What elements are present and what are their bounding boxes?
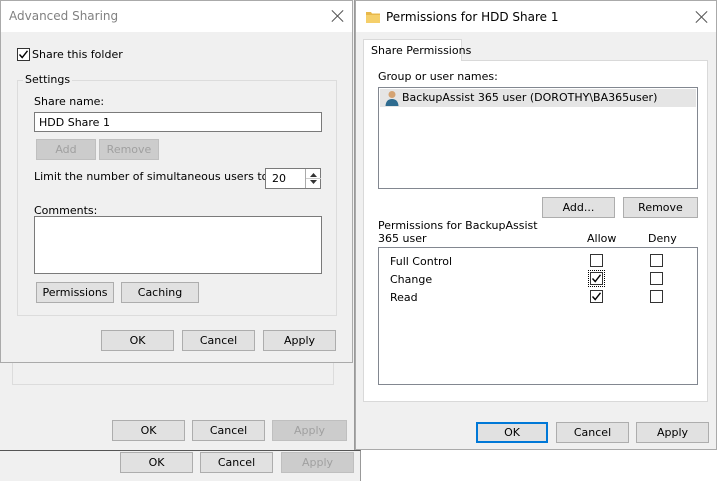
adv-ok-button[interactable]: OK xyxy=(101,330,174,351)
folder-icon xyxy=(366,12,380,23)
allow-full-control-checkbox[interactable] xyxy=(590,254,603,267)
deny-full-control-checkbox[interactable] xyxy=(650,254,663,267)
background-ok-button[interactable]: OK xyxy=(112,420,185,441)
permissions-button[interactable]: Permissions xyxy=(36,282,114,303)
group-user-names-label: Group or user names: xyxy=(378,70,498,83)
perm-cancel-button[interactable]: Cancel xyxy=(556,422,629,443)
close-icon[interactable] xyxy=(695,10,709,24)
spinner-buttons xyxy=(305,169,321,188)
perm-name-read: Read xyxy=(390,291,418,304)
back-cancel-button[interactable]: Cancel xyxy=(200,452,273,473)
caching-button[interactable]: Caching xyxy=(121,282,199,303)
tab-share-permissions[interactable]: Share Permissions xyxy=(363,39,471,61)
user-name: BackupAssist 365 user (DOROTHY\BA365user… xyxy=(402,91,658,104)
advanced-sharing-dialog: Advanced Sharing Share this folder Setti… xyxy=(0,0,353,363)
allow-read-checkbox[interactable] xyxy=(590,290,603,303)
perm-add-button[interactable]: Add... xyxy=(542,197,615,218)
deny-column-header: Deny xyxy=(648,232,677,245)
spinner-arrows-icon[interactable] xyxy=(306,169,321,188)
tab-panel: Group or user names: BackupAssist 365 us… xyxy=(363,60,708,402)
perm-name-full-control: Full Control xyxy=(390,255,453,268)
share-name-input[interactable] xyxy=(34,112,322,132)
share-folder-checkbox[interactable] xyxy=(17,48,30,61)
advanced-sharing-titlebar: Advanced Sharing xyxy=(1,1,352,32)
share-name-label: Share name: xyxy=(34,95,105,108)
checkmark-icon xyxy=(591,292,602,301)
tab-label: Share Permissions xyxy=(371,44,472,57)
comments-textarea[interactable] xyxy=(34,216,322,274)
background-cancel-button[interactable]: Cancel xyxy=(192,420,265,441)
limit-users-label: Limit the number of simultaneous users t… xyxy=(34,170,273,183)
perm-name-change: Change xyxy=(390,273,433,286)
permissions-list: Full Control Change Read xyxy=(378,247,698,385)
checkmark-icon xyxy=(18,50,29,59)
deny-change-checkbox[interactable] xyxy=(650,272,663,285)
back-ok-button[interactable]: OK xyxy=(120,452,193,473)
user-icon xyxy=(385,91,399,106)
allow-change-checkbox[interactable] xyxy=(588,270,605,287)
list-item[interactable]: BackupAssist 365 user (DOROTHY\BA365user… xyxy=(380,89,696,107)
permissions-dialog: Permissions for HDD Share 1 Share Permis… xyxy=(355,0,717,450)
perm-remove-button[interactable]: Remove xyxy=(623,197,698,218)
background-apply-button[interactable]: Apply xyxy=(272,420,347,441)
limit-users-value[interactable]: 20 xyxy=(272,172,286,185)
checkmark-icon xyxy=(591,274,602,283)
settings-legend: Settings xyxy=(23,73,73,86)
back-apply-button[interactable]: Apply xyxy=(281,452,354,473)
share-folder-label[interactable]: Share this folder xyxy=(32,48,123,61)
permissions-for-label: Permissions for BackupAssist 365 user xyxy=(378,219,538,245)
share-remove-button[interactable]: Remove xyxy=(99,139,159,160)
user-list[interactable]: BackupAssist 365 user (DOROTHY\BA365user… xyxy=(378,87,698,189)
dialog-title: Advanced Sharing xyxy=(9,9,119,23)
permissions-title: Permissions for HDD Share 1 xyxy=(386,10,559,24)
deny-read-checkbox[interactable] xyxy=(650,290,663,303)
limit-users-spinner[interactable]: 20 xyxy=(265,168,321,189)
permissions-titlebar: Permissions for HDD Share 1 xyxy=(356,1,716,32)
share-add-button[interactable]: Add xyxy=(36,139,96,160)
adv-cancel-button[interactable]: Cancel xyxy=(182,330,255,351)
perm-apply-button[interactable]: Apply xyxy=(636,422,709,443)
allow-column-header: Allow xyxy=(587,232,617,245)
close-icon[interactable] xyxy=(331,9,345,23)
adv-apply-button[interactable]: Apply xyxy=(263,330,336,351)
perm-ok-button[interactable]: OK xyxy=(476,422,548,443)
back-dialog-strip: OK Cancel Apply xyxy=(0,450,361,481)
